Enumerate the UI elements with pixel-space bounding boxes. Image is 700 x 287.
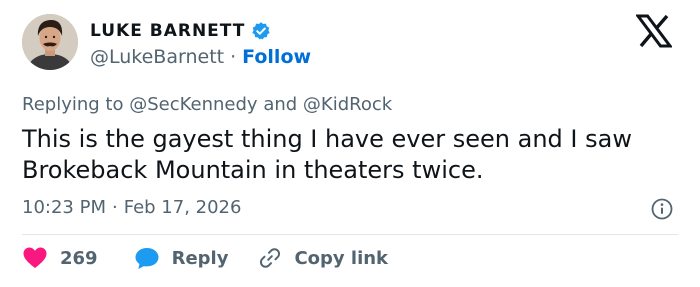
reply-label: Reply	[171, 247, 229, 269]
author-handle-row: @LukeBarnett · Follow	[90, 46, 311, 68]
author-name-row: LUKE BARNETT	[90, 21, 271, 41]
reply-context: Replying to @SecKennedy and @KidRock	[22, 94, 392, 115]
copy-link-label: Copy link	[294, 247, 389, 269]
handle-separator: ·	[230, 46, 237, 68]
like-count: 269	[60, 247, 98, 269]
tweet-date[interactable]: Feb 17, 2026	[124, 197, 242, 218]
tweet-card: LUKE BARNETT @LukeBarnett · Follow Reply…	[0, 0, 700, 287]
x-logo-icon[interactable]	[635, 14, 673, 48]
link-icon	[258, 246, 282, 270]
reply-button[interactable]: Reply	[134, 246, 229, 270]
author-display-name[interactable]: LUKE BARNETT	[90, 21, 245, 41]
action-bar: 269 Reply Copy link	[22, 246, 388, 270]
meta-separator: ·	[111, 197, 118, 218]
reply-mention-kidrock[interactable]: @KidRock	[303, 94, 392, 115]
reply-bubble-icon	[134, 246, 160, 270]
divider	[22, 234, 678, 235]
author-handle[interactable]: @LukeBarnett	[90, 46, 224, 68]
reply-context-prefix: Replying to	[22, 94, 124, 115]
avatar[interactable]	[22, 14, 78, 70]
reply-mention-seckennedy[interactable]: @SecKennedy	[129, 94, 257, 115]
tweet-time[interactable]: 10:23 PM	[22, 197, 106, 218]
tweet-meta: 10:23 PM · Feb 17, 2026	[22, 197, 241, 218]
follow-button[interactable]: Follow	[242, 46, 311, 68]
verified-badge-icon	[251, 21, 271, 41]
like-button[interactable]: 269	[22, 246, 98, 270]
tweet-text: This is the gayest thing I have ever see…	[22, 125, 632, 184]
heart-icon	[22, 246, 48, 270]
info-icon[interactable]	[651, 198, 673, 220]
copy-link-button[interactable]: Copy link	[258, 246, 388, 270]
reply-context-conjunction: and	[263, 94, 298, 115]
